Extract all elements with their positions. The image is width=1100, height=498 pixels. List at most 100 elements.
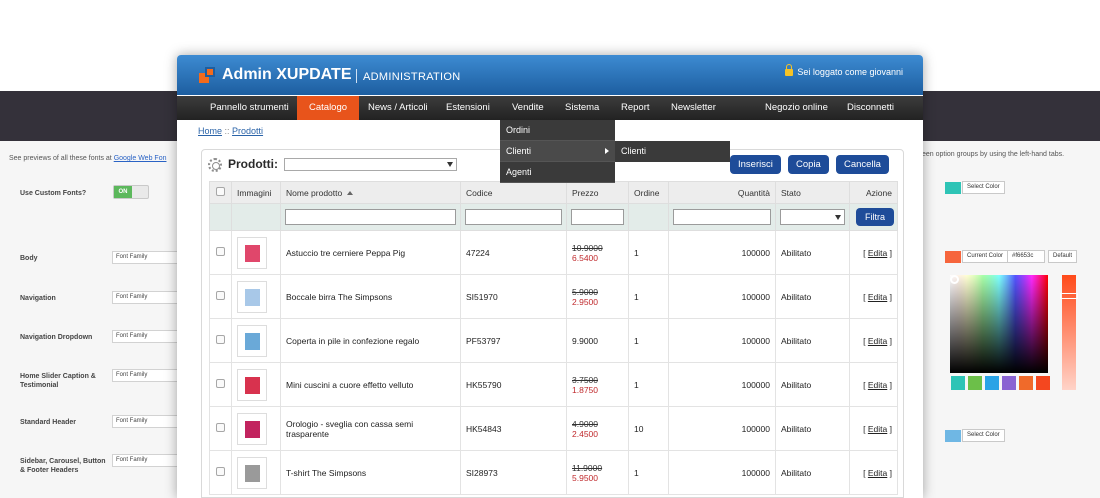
custom-fonts-toggle[interactable]: ON bbox=[113, 185, 149, 199]
menu-item-pannello-strumenti[interactable]: Pannello strumenti bbox=[198, 96, 301, 120]
submenu-item-clienti[interactable]: Clienti bbox=[615, 141, 730, 162]
action-cell: [ Edita ] bbox=[849, 362, 898, 407]
font-family-select[interactable]: Font Family bbox=[112, 369, 182, 382]
menu-item-disconnetti[interactable]: Disconnetti bbox=[835, 96, 906, 120]
column-header[interactable]: Ordine bbox=[628, 181, 669, 204]
product-order: 1 bbox=[628, 230, 669, 275]
font-family-select[interactable]: Font Family bbox=[112, 330, 182, 343]
select-color-button[interactable]: Select Color bbox=[962, 429, 1005, 442]
filter-status-select[interactable] bbox=[780, 209, 845, 225]
product-thumbnail[interactable] bbox=[237, 412, 267, 445]
product-thumbnail[interactable] bbox=[237, 368, 267, 401]
row-checkbox[interactable] bbox=[216, 467, 225, 476]
fonts-preview-text: See previews of all these fonts at Googl… bbox=[9, 155, 167, 162]
edit-link[interactable]: Edita bbox=[868, 424, 887, 434]
filter-code-input[interactable] bbox=[465, 209, 562, 225]
row-checkbox[interactable] bbox=[216, 335, 225, 344]
color-swatch-orange[interactable] bbox=[945, 251, 961, 263]
preset-swatch[interactable] bbox=[1019, 376, 1033, 390]
color-swatch-light-blue[interactable] bbox=[945, 430, 961, 442]
column-header: Azione bbox=[849, 181, 898, 204]
preset-swatch[interactable] bbox=[985, 376, 999, 390]
vendite-dropdown: Ordini Clienti Agenti bbox=[500, 120, 615, 183]
app-header: Admin XUPDATE ADMINISTRATION Sei loggato… bbox=[177, 55, 923, 95]
hue-slider-handle[interactable] bbox=[1060, 293, 1078, 299]
font-family-select[interactable]: Font Family bbox=[112, 415, 182, 428]
category-select[interactable] bbox=[284, 158, 457, 171]
row-select-cell bbox=[209, 450, 232, 495]
product-thumbnail[interactable] bbox=[237, 280, 267, 313]
breadcrumb-current[interactable]: Prodotti bbox=[232, 126, 263, 136]
column-header[interactable]: Quantità bbox=[668, 181, 776, 204]
dropdown-item-ordini[interactable]: Ordini bbox=[500, 120, 615, 141]
column-header[interactable]: Prezzo bbox=[566, 181, 629, 204]
filter-button[interactable]: Filtra bbox=[856, 208, 894, 226]
row-checkbox[interactable] bbox=[216, 247, 225, 256]
product-status: Abilitato bbox=[775, 274, 850, 319]
product-quantity: 100000 bbox=[668, 406, 776, 451]
menu-item-negozio-online[interactable]: Negozio online bbox=[753, 96, 840, 120]
menu-item-vendite[interactable]: Vendite bbox=[500, 96, 556, 120]
preset-swatch[interactable] bbox=[968, 376, 982, 390]
product-thumbnail[interactable] bbox=[237, 456, 267, 489]
font-family-select[interactable]: Font Family bbox=[112, 454, 182, 467]
menu-item-newsletter[interactable]: Newsletter bbox=[659, 96, 728, 120]
edit-link[interactable]: Edita bbox=[868, 292, 887, 302]
dropdown-item-agenti[interactable]: Agenti bbox=[500, 162, 615, 183]
action-cell: [ Edita ] bbox=[849, 274, 898, 319]
color-hex-input[interactable]: #f6653c bbox=[1007, 250, 1045, 263]
product-order: 10 bbox=[628, 406, 669, 451]
edit-link[interactable]: Edita bbox=[868, 468, 887, 478]
current-color-button[interactable]: Current Color bbox=[962, 250, 1009, 263]
menu-item-catalogo[interactable]: Catalogo bbox=[297, 96, 360, 120]
default-color-button[interactable]: Default bbox=[1048, 250, 1078, 263]
product-quantity: 100000 bbox=[668, 230, 776, 275]
column-header[interactable]: Codice bbox=[460, 181, 567, 204]
price-old: 5.9000 bbox=[572, 286, 598, 297]
product-thumbnail[interactable] bbox=[237, 236, 267, 269]
row-checkbox[interactable] bbox=[216, 291, 225, 300]
row-select-cell bbox=[209, 274, 232, 319]
copy-button[interactable]: Copia bbox=[788, 155, 829, 174]
row-checkbox[interactable] bbox=[216, 379, 225, 388]
dropdown-item-clienti[interactable]: Clienti bbox=[500, 141, 615, 162]
menu-item-news-articoli[interactable]: News / Articoli bbox=[356, 96, 440, 120]
select-all-cell bbox=[209, 181, 232, 204]
filter-cell bbox=[566, 203, 629, 231]
delete-button[interactable]: Cancella bbox=[836, 155, 889, 174]
filter-quantity-input[interactable] bbox=[673, 209, 771, 225]
breadcrumb-home[interactable]: Home bbox=[198, 126, 222, 136]
edit-link[interactable]: Edita bbox=[868, 380, 887, 390]
color-picker-area[interactable] bbox=[950, 275, 1048, 373]
image-cell bbox=[231, 362, 281, 407]
select-color-button[interactable]: Select Color bbox=[962, 181, 1005, 194]
edit-link[interactable]: Edita bbox=[868, 248, 887, 258]
column-header[interactable]: Stato bbox=[775, 181, 850, 204]
product-name: Mini cuscini a cuore effetto velluto bbox=[280, 362, 461, 407]
menu-item-sistema[interactable]: Sistema bbox=[553, 96, 611, 120]
product-order: 1 bbox=[628, 318, 669, 363]
preset-swatch[interactable] bbox=[1036, 376, 1050, 390]
insert-button[interactable]: Inserisci bbox=[730, 155, 781, 174]
select-all-checkbox[interactable] bbox=[216, 187, 225, 196]
preset-swatch[interactable] bbox=[1002, 376, 1016, 390]
filter-name-input[interactable] bbox=[285, 209, 456, 225]
font-family-select[interactable]: Font Family bbox=[112, 291, 182, 304]
color-swatch-teal[interactable] bbox=[945, 182, 961, 194]
hue-slider[interactable] bbox=[1060, 275, 1078, 390]
filter-price-input[interactable] bbox=[571, 209, 624, 225]
menu-item-estensioni[interactable]: Estensioni bbox=[434, 96, 502, 120]
chevron-down-icon bbox=[447, 162, 453, 167]
edit-link[interactable]: Edita bbox=[868, 336, 887, 346]
google-web-fonts-link[interactable]: Google Web Fon bbox=[114, 155, 167, 162]
product-code: SI28973 bbox=[460, 450, 567, 495]
font-row-label: Standard Header bbox=[20, 419, 77, 426]
row-checkbox[interactable] bbox=[216, 423, 225, 432]
font-family-select[interactable]: Font Family bbox=[112, 251, 182, 264]
picker-handle[interactable] bbox=[950, 275, 959, 284]
price-current: 9.9000 bbox=[572, 335, 598, 346]
preset-swatch[interactable] bbox=[951, 376, 965, 390]
menu-item-report[interactable]: Report bbox=[609, 96, 662, 120]
column-header-nome[interactable]: Nome prodotto bbox=[280, 181, 461, 204]
product-thumbnail[interactable] bbox=[237, 324, 267, 357]
